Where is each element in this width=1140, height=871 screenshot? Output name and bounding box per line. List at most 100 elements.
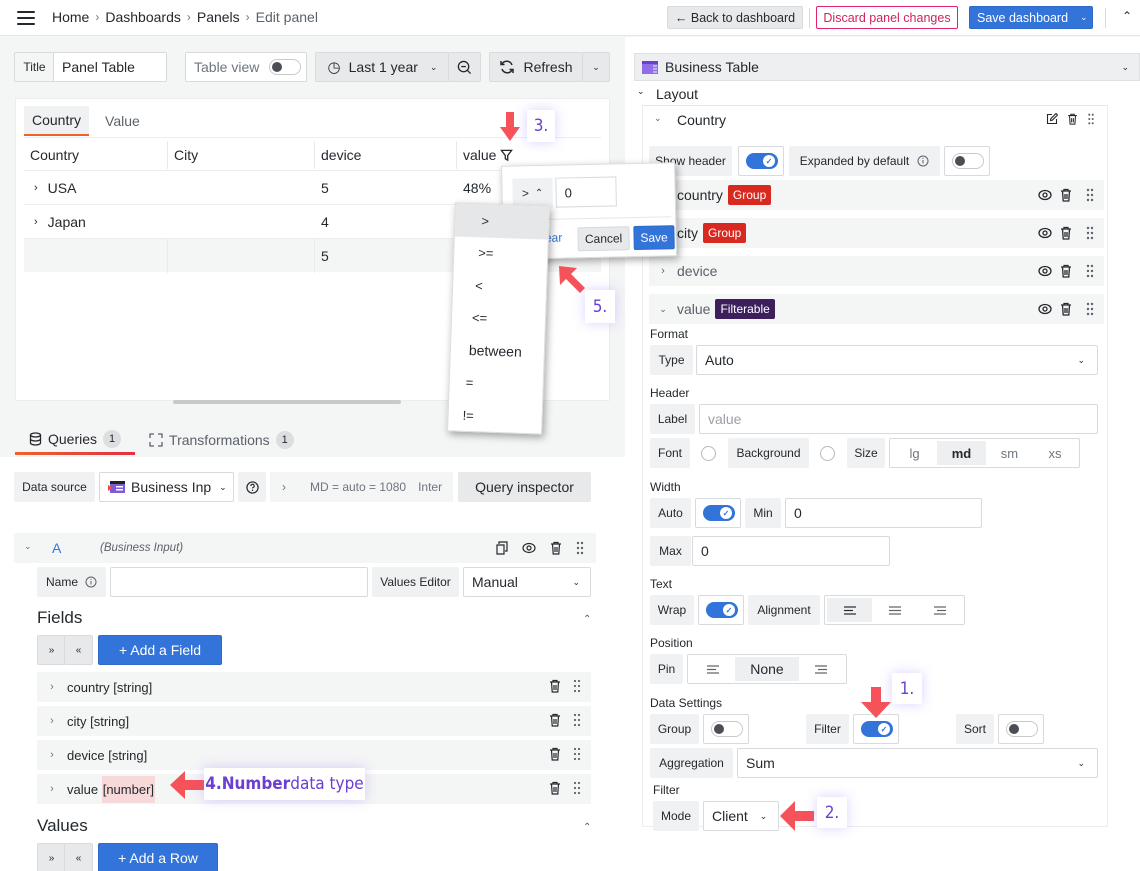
wrap-toggle[interactable]: ✓ [706, 602, 738, 618]
chevron-down-icon[interactable]: ⌄ [654, 113, 662, 124]
chevron-up-icon[interactable]: ⌃ [583, 822, 591, 833]
format-type-select[interactable]: Auto ⌄ [696, 345, 1098, 375]
drag-handle-icon[interactable] [573, 747, 581, 761]
drag-handle-icon[interactable] [1086, 188, 1094, 202]
chevron-down-icon[interactable]: ⌄ [637, 86, 645, 97]
breadcrumb-home[interactable]: Home [52, 9, 89, 25]
size-option-md[interactable]: md [937, 441, 986, 465]
time-range-picker[interactable]: ◷ Last 1 year ⌄ [315, 52, 449, 82]
layout-section-title[interactable]: Layout [656, 86, 698, 102]
layout-column-row[interactable]: › city Group [649, 218, 1104, 248]
align-right-option[interactable] [917, 598, 962, 622]
group-toggle[interactable] [711, 721, 743, 737]
drag-handle-icon[interactable] [573, 679, 581, 693]
breadcrumb-dashboards[interactable]: Dashboards [105, 9, 181, 25]
operator-option-lte[interactable]: <= [451, 301, 545, 337]
size-option-xs[interactable]: xs [1033, 441, 1077, 465]
duplicate-icon[interactable] [496, 541, 508, 555]
query-name-input[interactable] [110, 567, 368, 597]
query-ref-id[interactable]: A [52, 540, 61, 556]
edit-icon[interactable] [1046, 113, 1058, 125]
tab-transformations[interactable]: Transformations 1 [135, 425, 308, 455]
drag-handle-icon[interactable] [573, 713, 581, 727]
operator-option-between[interactable]: between [450, 333, 544, 369]
filter-toggle[interactable]: ✓ [861, 721, 893, 737]
drag-handle-icon[interactable] [1087, 113, 1095, 125]
visualization-picker[interactable]: Business Table ⌄ [634, 53, 1140, 81]
layout-column-row-expanded[interactable]: ⌄ value Filterable [649, 294, 1104, 324]
trash-icon[interactable] [550, 541, 562, 555]
cancel-filter-button[interactable]: Cancel [577, 226, 630, 252]
refresh-interval-dropdown[interactable]: ⌄ [582, 52, 610, 82]
sort-toggle[interactable] [1006, 721, 1038, 737]
title-input[interactable]: Panel Table [53, 52, 167, 82]
layout-column-row[interactable]: › country Group [649, 180, 1104, 210]
max-width-input[interactable]: 0 [692, 536, 890, 566]
pin-left-option[interactable] [690, 657, 735, 681]
trash-icon[interactable] [549, 713, 561, 727]
collapse-all-rows-button[interactable]: » [37, 843, 65, 871]
field-row[interactable]: › country [string] [37, 672, 591, 702]
drag-handle-icon[interactable] [573, 781, 581, 795]
refresh-button[interactable]: Refresh [489, 52, 583, 82]
show-header-toggle[interactable]: ✓ [746, 153, 778, 169]
size-option-sm[interactable]: sm [986, 441, 1033, 465]
eye-icon[interactable] [1038, 189, 1052, 201]
save-filter-button[interactable]: Save [633, 225, 675, 251]
collapse-all-button[interactable]: » [37, 635, 65, 665]
align-left-option[interactable] [827, 598, 872, 622]
data-source-picker[interactable]: Business Inp ⌄ [99, 472, 234, 502]
column-header-country[interactable]: Country [24, 141, 168, 169]
min-width-input[interactable]: 0 [785, 498, 982, 528]
drag-handle-icon[interactable] [1086, 226, 1094, 240]
operator-option-lt[interactable]: < [453, 268, 547, 304]
zoom-out-button[interactable] [448, 52, 481, 82]
trash-icon[interactable] [549, 679, 561, 693]
query-row-header[interactable]: ⌄ A (Business Input) [14, 533, 596, 563]
drag-handle-icon[interactable] [1086, 302, 1094, 316]
chevron-down-icon[interactable]: ⌄ [24, 541, 32, 552]
filter-icon[interactable] [500, 149, 514, 162]
trash-icon[interactable] [549, 781, 561, 795]
back-to-dashboard-button[interactable]: ← Back to dashboard [667, 6, 803, 29]
trash-icon[interactable] [1060, 264, 1072, 278]
operator-option-eq[interactable]: = [449, 366, 543, 402]
drag-handle-icon[interactable] [576, 541, 584, 555]
add-field-button[interactable]: + Add a Field [98, 635, 222, 665]
expanded-default-toggle[interactable] [952, 153, 984, 169]
aggregation-select[interactable]: Sum ⌄ [737, 748, 1098, 778]
discard-changes-button[interactable]: Discard panel changes [816, 6, 958, 29]
filter-value-input[interactable]: 0 [555, 176, 617, 208]
eye-icon[interactable] [1038, 265, 1052, 277]
query-options-toggle[interactable]: › MD = auto = 1080 Inter [270, 472, 453, 502]
column-header-device[interactable]: device [315, 141, 457, 169]
horizontal-scrollbar[interactable] [173, 400, 401, 404]
column-header-city[interactable]: City [168, 141, 315, 169]
save-dashboard-button[interactable]: Save dashboard ⌄ [969, 6, 1093, 29]
header-label-input[interactable]: value [699, 404, 1098, 434]
font-color-picker[interactable] [701, 446, 716, 461]
tab-queries[interactable]: Queries 1 [15, 425, 136, 455]
values-editor-select[interactable]: Manual ⌄ [463, 567, 591, 597]
trash-icon[interactable] [1060, 188, 1072, 202]
expand-all-button[interactable]: « [64, 635, 93, 665]
pin-right-option[interactable] [799, 657, 844, 681]
menu-icon[interactable] [17, 11, 35, 25]
drag-handle-icon[interactable] [1086, 264, 1094, 278]
background-color-picker[interactable] [820, 446, 835, 461]
trash-icon[interactable] [1067, 113, 1078, 125]
pin-none-option[interactable]: None [735, 657, 799, 681]
operator-option-gte[interactable]: >= [454, 236, 548, 272]
field-row[interactable]: › device [string] [37, 740, 591, 770]
panel-tab-value[interactable]: Value [97, 106, 148, 136]
eye-icon[interactable] [1038, 303, 1052, 315]
query-inspector-button[interactable]: Query inspector [458, 472, 591, 502]
operator-option-gt[interactable]: > [454, 203, 549, 240]
align-center-option[interactable] [872, 598, 917, 622]
help-button[interactable] [238, 472, 266, 502]
operator-option-neq[interactable]: != [448, 398, 542, 434]
chevron-up-icon[interactable]: ⌃ [583, 614, 591, 625]
eye-icon[interactable] [1038, 227, 1052, 239]
trash-icon[interactable] [549, 747, 561, 761]
trash-icon[interactable] [1060, 226, 1072, 240]
